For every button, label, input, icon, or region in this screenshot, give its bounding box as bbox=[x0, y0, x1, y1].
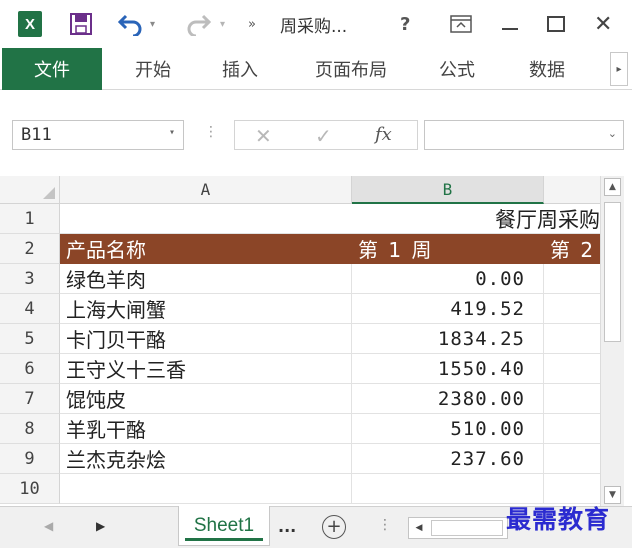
select-all-corner[interactable] bbox=[0, 176, 60, 204]
horizontal-scrollbar[interactable]: ◀ bbox=[408, 517, 508, 539]
close-icon[interactable]: ✕ bbox=[594, 10, 612, 38]
row-header[interactable]: 2 bbox=[0, 234, 60, 264]
title-bar: X ▾ ▾ » 周采购... ? ✕ bbox=[0, 0, 632, 48]
ribbon-display-options-icon[interactable] bbox=[450, 10, 472, 38]
name-box[interactable]: B11 ▾ bbox=[12, 120, 184, 150]
value-cell[interactable]: 419.52 bbox=[352, 294, 544, 324]
row-header[interactable]: 4 bbox=[0, 294, 60, 324]
value-cell[interactable]: 510.00 bbox=[352, 414, 544, 444]
enter-icon[interactable]: ✓ bbox=[315, 124, 332, 148]
redo-dropdown-icon[interactable]: ▾ bbox=[220, 10, 225, 38]
empty-cell[interactable] bbox=[544, 294, 600, 324]
value-cell[interactable]: 237.60 bbox=[352, 444, 544, 474]
vertical-scrollbar[interactable]: ▲ ▼ bbox=[600, 176, 624, 506]
formula-input[interactable]: ⌄ bbox=[424, 120, 624, 150]
help-icon[interactable]: ? bbox=[400, 10, 410, 38]
header-cell-week1[interactable]: 第 1 周 bbox=[352, 234, 544, 264]
product-cell[interactable]: 卡门贝干酪 bbox=[60, 324, 352, 354]
empty-cell[interactable] bbox=[544, 414, 600, 444]
name-box-value: B11 bbox=[21, 125, 52, 145]
value-cell[interactable]: 2380.00 bbox=[352, 384, 544, 414]
product-cell[interactable]: 王守义十三香 bbox=[60, 354, 352, 384]
empty-cell[interactable] bbox=[544, 444, 600, 474]
column-header-b[interactable]: B bbox=[352, 176, 544, 204]
value-cell[interactable]: 1550.40 bbox=[352, 354, 544, 384]
tab-split-grip-icon[interactable]: ⋮ bbox=[378, 517, 392, 533]
horizontal-scroll-thumb[interactable] bbox=[431, 520, 503, 536]
tab-data[interactable]: 数据 bbox=[514, 48, 580, 90]
product-cell[interactable]: 绿色羊肉 bbox=[60, 264, 352, 294]
formula-bar: B11 ▾ ⋮ ✕ ✓ fx ⌄ bbox=[0, 90, 632, 170]
empty-cell[interactable] bbox=[544, 264, 600, 294]
scroll-up-icon[interactable]: ▲ bbox=[604, 178, 621, 196]
value-cell[interactable]: 1834.25 bbox=[352, 324, 544, 354]
empty-cell[interactable] bbox=[60, 474, 352, 504]
product-cell[interactable]: 羊乳干酪 bbox=[60, 414, 352, 444]
more-commands-icon[interactable]: » bbox=[248, 10, 256, 38]
column-header-a[interactable]: A bbox=[60, 176, 352, 204]
product-cell[interactable]: 兰杰克杂烩 bbox=[60, 444, 352, 474]
cancel-icon[interactable]: ✕ bbox=[255, 124, 272, 148]
row-header[interactable]: 9 bbox=[0, 444, 60, 474]
undo-icon[interactable] bbox=[118, 10, 144, 38]
excel-icon[interactable]: X bbox=[18, 11, 42, 37]
row-header[interactable]: 3 bbox=[0, 264, 60, 294]
window-title: 周采购... bbox=[280, 16, 348, 37]
previous-sheet-icon[interactable]: ◀ bbox=[44, 519, 53, 533]
save-icon[interactable] bbox=[70, 13, 92, 35]
tab-insert[interactable]: 插入 bbox=[208, 48, 272, 90]
tab-formulas[interactable]: 公式 bbox=[424, 48, 490, 90]
ribbon-tabs: 文件 开始 插入 页面布局 公式 数据 bbox=[0, 48, 632, 90]
redo-icon[interactable] bbox=[185, 10, 211, 38]
row-header[interactable]: 10 bbox=[0, 474, 60, 504]
header-cell-product[interactable]: 产品名称 bbox=[60, 234, 352, 264]
row-header[interactable]: 5 bbox=[0, 324, 60, 354]
formula-bar-grip-icon[interactable]: ⋮ bbox=[204, 124, 218, 140]
add-sheet-icon[interactable]: + bbox=[322, 515, 346, 539]
formula-buttons: ✕ ✓ fx bbox=[234, 120, 418, 150]
watermark-text: 最需教育 bbox=[506, 505, 611, 534]
undo-dropdown-icon[interactable]: ▾ bbox=[150, 10, 155, 38]
expand-formula-bar-icon[interactable]: ⌄ bbox=[608, 127, 617, 140]
column-header-c[interactable] bbox=[544, 176, 600, 204]
name-box-dropdown-icon[interactable]: ▾ bbox=[169, 127, 175, 138]
row-header[interactable]: 6 bbox=[0, 354, 60, 384]
header-cell-week2[interactable]: 第 2 bbox=[544, 234, 600, 264]
product-cell[interactable]: 上海大闸蟹 bbox=[60, 294, 352, 324]
more-sheets-button[interactable]: ... bbox=[278, 517, 296, 536]
minimize-icon[interactable] bbox=[500, 10, 520, 38]
sheet-tab-sheet1[interactable]: Sheet1 bbox=[178, 506, 270, 546]
tab-page-layout[interactable]: 页面布局 bbox=[296, 48, 406, 90]
product-cell[interactable]: 馄饨皮 bbox=[60, 384, 352, 414]
sheet-title-cell[interactable]: 餐厅周采购 bbox=[60, 204, 600, 234]
tab-home[interactable]: 开始 bbox=[118, 48, 188, 90]
maximize-icon[interactable] bbox=[546, 10, 566, 38]
empty-cell[interactable] bbox=[544, 324, 600, 354]
row-header[interactable]: 1 bbox=[0, 204, 60, 234]
scroll-left-icon[interactable]: ◀ bbox=[411, 521, 427, 535]
row-header[interactable]: 7 bbox=[0, 384, 60, 414]
worksheet-grid[interactable]: A B 1 餐厅周采购 2 产品名称 第 1 周 第 2 3 绿色羊肉 0.00… bbox=[0, 176, 600, 506]
value-cell[interactable]: 0.00 bbox=[352, 264, 544, 294]
insert-function-button[interactable]: fx bbox=[375, 124, 392, 145]
next-sheet-icon[interactable]: ▶ bbox=[96, 519, 105, 533]
tab-file[interactable]: 文件 bbox=[2, 48, 102, 90]
vertical-scroll-thumb[interactable] bbox=[604, 202, 621, 342]
ribbon-scroll-right-icon[interactable]: ▸ bbox=[610, 52, 628, 86]
empty-cell[interactable] bbox=[544, 384, 600, 414]
row-header[interactable]: 8 bbox=[0, 414, 60, 444]
select-all-triangle-icon bbox=[43, 187, 55, 199]
empty-cell[interactable] bbox=[544, 354, 600, 384]
